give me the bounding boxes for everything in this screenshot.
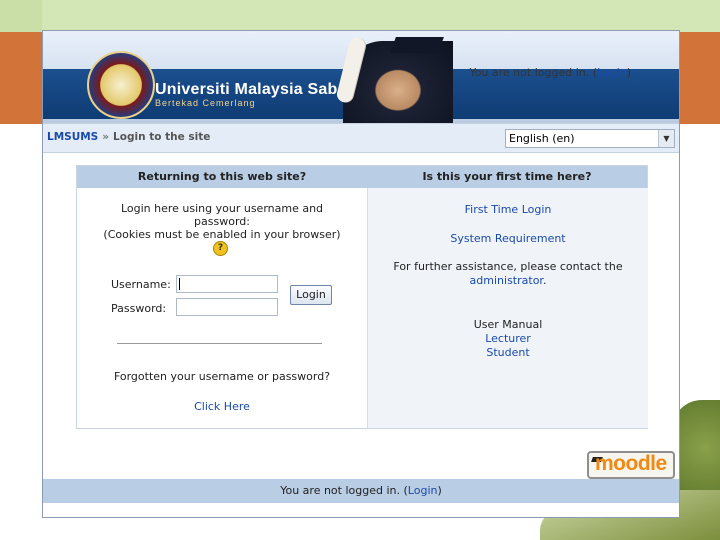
assistance-line: For further assistance, please contact t… [393,260,623,273]
username-label: Username: [111,278,171,291]
login-instructions-line3: (Cookies must be enabled in your browser… [103,228,341,241]
graduation-cap-icon [390,37,444,53]
first-time-column: First Time Login System Requirement For … [367,188,648,428]
header-login-link[interactable]: Login [597,66,627,79]
username-input[interactable] [176,275,278,293]
user-manual-heading: User Manual [473,318,543,331]
breadcrumb-home-link[interactable]: LMSUMS [47,131,98,143]
administrator-link[interactable]: administrator [470,274,543,287]
breadcrumb-separator: » [102,131,110,143]
slide-background-corner [0,0,42,32]
login-instructions: Login here using your username and passw… [87,202,357,241]
first-time-login-link[interactable]: First Time Login [368,203,648,216]
moodle-logo[interactable]: moodle [587,451,675,479]
header-status-prefix: You are not logged in. ( [469,66,598,79]
browser-page: Universiti Malaysia Sabah Bertekad Cemer… [42,30,680,518]
divider [117,343,322,344]
click-here-link[interactable]: Click Here [87,400,357,413]
returning-user-header: Returning to this web site? [77,166,367,188]
footer-status-prefix: You are not logged in. ( [280,484,408,497]
text-caret [179,278,180,290]
header-status-suffix: ) [626,66,631,79]
login-instructions-line2: password: [194,215,250,228]
slide-background-top [0,0,720,32]
language-select[interactable]: English (en) ▼ [505,129,675,148]
forgot-credentials-text: Forgotten your username or password? [113,370,331,383]
header-login-status: You are not logged in. (Login) [469,66,631,79]
first-time-header: Is this your first time here? [367,166,647,188]
page-footer: You are not logged in. (Login) [43,479,679,503]
university-name: Universiti Malaysia Sabah [155,81,357,98]
university-crest-icon [87,51,155,119]
breadcrumb: LMSUMS » Login to the site [47,131,210,143]
login-form-column: Login here using your username and passw… [77,188,367,428]
language-selected-value: English (en) [509,132,575,145]
breadcrumb-current: Login to the site [113,131,211,143]
password-input[interactable] [176,298,278,316]
administrator-suffix: . [542,274,547,287]
moodle-logo-text: moodle [595,452,667,475]
password-label: Password: [111,302,167,315]
help-icon[interactable]: ? [213,241,228,256]
login-panel: Returning to this web site? Is this your… [76,165,648,429]
navigation-bar: LMSUMS » Login to the site English (en) ▼ [43,123,679,153]
student-manual-link[interactable]: Student [368,346,648,359]
lecturer-manual-link[interactable]: Lecturer [368,332,648,345]
footer-login-status: You are not logged in. (Login) [43,484,679,497]
assistance-text: For further assistance, please contact t… [368,260,648,288]
site-banner: Universiti Malaysia Sabah Bertekad Cemer… [43,31,679,123]
system-requirement-link[interactable]: System Requirement [368,232,648,245]
chevron-down-icon[interactable]: ▼ [658,130,674,147]
login-instructions-line1: Login here using your username and [120,202,324,215]
login-button[interactable]: Login [290,285,332,305]
footer-login-link[interactable]: Login [408,484,438,497]
assistance-contact: administrator. [368,274,648,288]
university-motto: Bertekad Cemerlang [155,98,256,108]
footer-status-suffix: ) [437,484,442,497]
